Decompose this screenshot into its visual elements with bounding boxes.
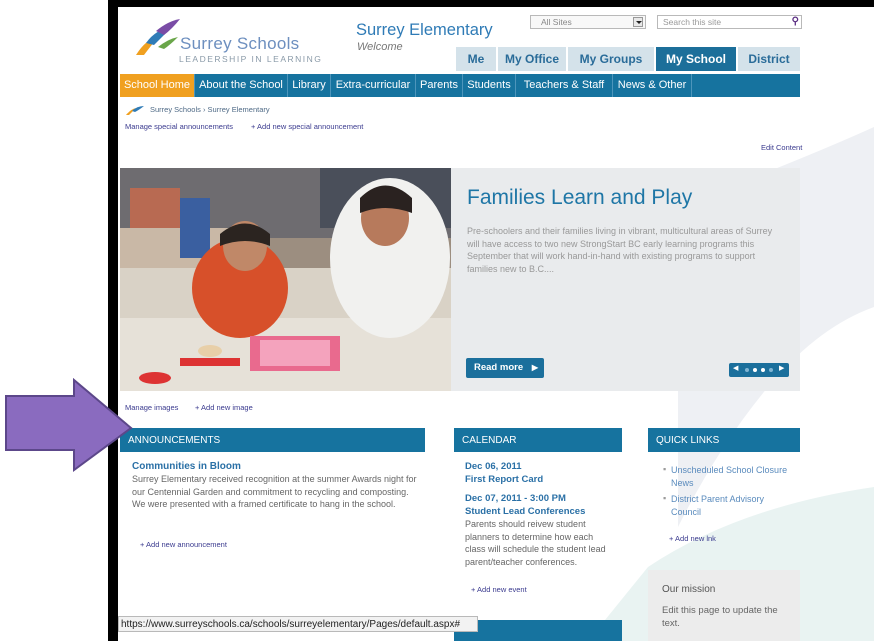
add-link-link[interactable]: + Add new lnk	[669, 534, 716, 543]
nav-about-the-school[interactable]: About the School	[195, 74, 288, 97]
read-more-label: Read more	[474, 362, 524, 373]
tab-me[interactable]: Me	[456, 47, 496, 71]
play-arrow-icon: ▶	[531, 363, 538, 372]
slide-dot[interactable]	[769, 368, 773, 372]
nav-news-other[interactable]: News & Other	[613, 74, 692, 97]
quick-link-item[interactable]: Unscheduled School Closure News	[671, 464, 791, 489]
mission-title: Our mission	[662, 584, 716, 595]
logo-tagline: LEADERSHIP IN LEARNING	[179, 54, 323, 64]
hero-photo-illustration	[120, 168, 451, 391]
hero-title[interactable]: Families Learn and Play	[467, 186, 692, 210]
chevron-down-icon[interactable]	[633, 17, 643, 27]
nav-extra-curricular[interactable]: Extra-curricular	[331, 74, 416, 97]
mission-body: Edit this page to update the text.	[662, 605, 778, 629]
hero-feature: Families Learn and Play Pre-schoolers an…	[451, 168, 800, 391]
calendar-event-title[interactable]: First Report Card	[465, 474, 543, 485]
manage-special-announcements-link[interactable]: Manage special announcements	[125, 122, 233, 131]
previous-slide-icon[interactable]: ◀	[733, 364, 738, 372]
calendar-event-body: Parents should reivew student planners t…	[465, 519, 606, 567]
quick-link-item[interactable]: District Parent Advisory Council	[671, 493, 791, 518]
announcements-heading: ANNOUNCEMENTS	[120, 428, 425, 452]
breadcrumb-separator: ›	[202, 105, 206, 114]
panel-heading-partial	[454, 620, 622, 641]
browser-status-bar: https://www.surreyschools.ca/schools/sur…	[118, 616, 478, 632]
search-scope-value: All Sites	[541, 17, 572, 27]
calendar-heading: CALENDAR	[454, 428, 622, 452]
search-scope-select[interactable]: All Sites	[530, 15, 646, 29]
search-placeholder: Search this site	[663, 17, 722, 27]
slide-dot[interactable]	[761, 368, 765, 372]
announcement-title[interactable]: Communities in Bloom	[132, 461, 241, 472]
hero-image[interactable]	[120, 168, 451, 391]
calendar-event-date: Dec 06, 2011	[465, 461, 522, 472]
window-frame-left	[108, 0, 118, 641]
add-special-announcement-link[interactable]: + Add new special announcement	[251, 122, 363, 131]
nav-parents[interactable]: Parents	[416, 74, 463, 97]
quick-links-heading: QUICK LINKS	[648, 428, 800, 452]
purple-arrow-annotation	[5, 378, 133, 472]
nav-teachers-staff[interactable]: Teachers & Staff	[516, 74, 613, 97]
breadcrumb: Surrey Schools › Surrey Elementary	[126, 105, 270, 115]
nav-library[interactable]: Library	[288, 74, 331, 97]
tab-district[interactable]: District	[738, 47, 800, 71]
tab-my-office[interactable]: My Office	[498, 47, 566, 71]
add-event-link[interactable]: + Add new event	[471, 585, 527, 594]
next-slide-icon[interactable]: ▶	[779, 364, 784, 372]
search-icon[interactable]: ⚲	[792, 16, 799, 27]
tab-my-school[interactable]: My School	[656, 47, 736, 71]
site-title[interactable]: Surrey Elementary	[356, 21, 493, 40]
nav-students[interactable]: Students	[463, 74, 516, 97]
breadcrumb-root[interactable]: Surrey Schools	[150, 105, 201, 114]
slide-dot-active[interactable]	[753, 368, 757, 372]
web-page: Surrey Schools LEADERSHIP IN LEARNING Su…	[118, 7, 874, 641]
hero-description: Pre-schoolers and their families living …	[467, 226, 773, 274]
tab-my-groups[interactable]: My Groups	[568, 47, 654, 71]
slide-dot[interactable]	[745, 368, 749, 372]
main-navigation: School Home About the School Library Ext…	[120, 74, 800, 97]
read-more-button[interactable]: Read more ▶	[466, 358, 544, 378]
breadcrumb-current: Surrey Elementary	[207, 105, 270, 114]
add-announcement-link[interactable]: + Add new announcement	[140, 540, 227, 549]
logo-title[interactable]: Surrey Schools	[180, 34, 299, 54]
calendar-event-title[interactable]: Student Lead Conferences	[465, 506, 585, 517]
edit-content-link[interactable]: Edit Content	[761, 143, 802, 152]
bullet-icon: ▪	[663, 464, 667, 474]
mission-panel: Our mission Edit this page to update the…	[648, 570, 800, 641]
slider-controls: ◀ ▶	[729, 363, 789, 377]
surrey-schools-logo-icon	[136, 19, 180, 55]
surrey-bird-icon	[126, 105, 144, 115]
window-frame-top	[108, 0, 874, 7]
calendar-event-date: Dec 07, 2011 - 3:00 PM	[465, 493, 566, 504]
add-image-link[interactable]: + Add new image	[195, 403, 253, 412]
nav-school-home[interactable]: School Home	[120, 74, 195, 97]
bullet-icon: ▪	[663, 493, 667, 503]
site-subtitle: Welcome	[357, 41, 403, 53]
search-input[interactable]: Search this site ⚲	[657, 15, 802, 29]
announcement-body: Surrey Elementary received recognition a…	[132, 474, 417, 509]
